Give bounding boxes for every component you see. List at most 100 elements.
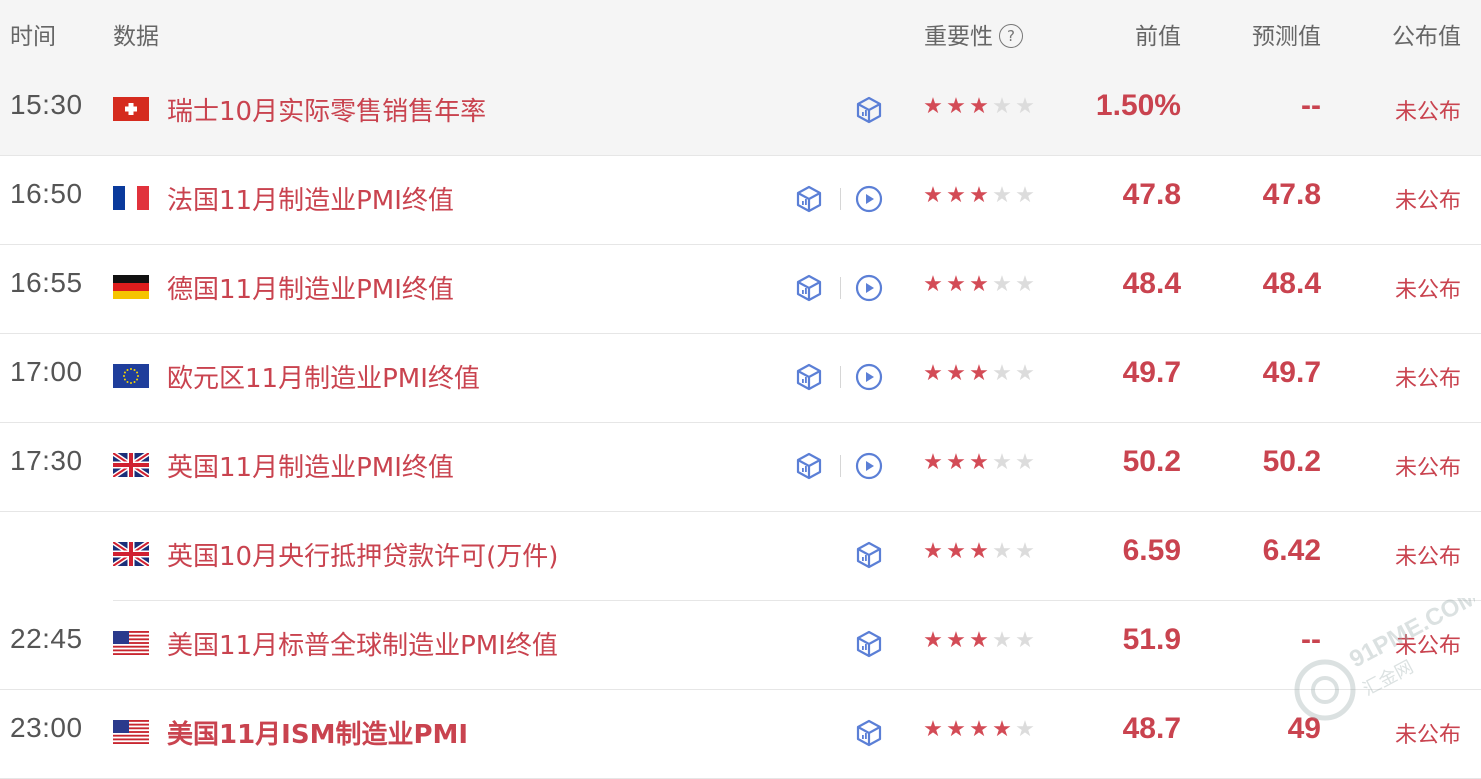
calendar-row[interactable]: 16:50 法国11月制造业PMI终值 ★ ★ ★ ★ ★ 47.8 47.8 未公布 <box>0 156 1481 245</box>
star-filled-icon: ★ <box>946 183 967 208</box>
star-filled-icon: ★ <box>923 717 944 742</box>
event-name-link[interactable]: 英国11月制造业PMI终值 <box>167 447 454 484</box>
actual-value: 未公布 <box>1394 367 1461 392</box>
header-actual: 公布值 <box>1392 24 1461 50</box>
forecast-value: 47.8 <box>1262 178 1321 211</box>
importance-stars: ★ ★ ★ ★ ★ <box>922 628 1037 658</box>
row-time: 23:00 <box>10 712 83 743</box>
calendar-row[interactable]: 16:55 德国11月制造业PMI终值 ★ ★ ★ ★ ★ 48.4 48.4 未公布 <box>0 245 1481 334</box>
actual-value: 未公布 <box>1394 456 1461 481</box>
video-play-icon[interactable] <box>855 452 883 480</box>
event-name-link[interactable]: 美国11月标普全球制造业PMI终值 <box>167 625 558 662</box>
actual-value: 未公布 <box>1394 723 1461 748</box>
calendar-row[interactable]: 15:30 瑞士10月实际零售销售年率 ★ ★ ★ ★ ★ 1.50% -- 未公布 <box>0 67 1481 156</box>
row-time: 17:30 <box>10 445 83 476</box>
star-filled-icon: ★ <box>946 717 967 742</box>
calendar-row[interactable]: 23:00 美国11月ISM制造业PMI ★ ★ ★ ★ ★ 48.7 49 未公布 <box>0 690 1481 779</box>
icon-divider <box>840 455 841 477</box>
actual-value: 未公布 <box>1394 545 1461 570</box>
event-name-link[interactable]: 欧元区11月制造业PMI终值 <box>167 358 480 395</box>
previous-value: 6.59 <box>1122 534 1181 567</box>
star-filled-icon: ★ <box>946 450 967 475</box>
importance-stars: ★ ★ ★ ★ ★ <box>922 450 1037 480</box>
header-data: 数据 <box>113 24 159 50</box>
france-flag <box>113 186 149 210</box>
icon-divider <box>840 277 841 299</box>
video-play-icon[interactable] <box>855 274 883 302</box>
actual-value: 未公布 <box>1394 278 1461 303</box>
event-name-link[interactable]: 瑞士10月实际零售销售年率 <box>167 91 486 128</box>
star-filled-icon: ★ <box>946 361 967 386</box>
data-chart-icon[interactable] <box>854 718 884 748</box>
star-filled-icon: ★ <box>969 539 990 564</box>
event-name-link[interactable]: 英国10月央行抵押贷款许可(万件) <box>167 536 558 573</box>
help-icon[interactable]: ? <box>999 24 1023 48</box>
data-chart-icon[interactable] <box>794 184 824 214</box>
uk-flag <box>113 453 149 477</box>
eu-flag <box>113 364 149 388</box>
star-filled-icon: ★ <box>923 450 944 475</box>
forecast-value: 50.2 <box>1262 445 1321 478</box>
forecast-value: -- <box>1301 89 1321 122</box>
star-filled-icon: ★ <box>923 539 944 564</box>
previous-value: 49.7 <box>1122 356 1181 389</box>
video-play-icon[interactable] <box>855 363 883 391</box>
star-filled-icon: ★ <box>923 628 944 653</box>
calendar-row[interactable]: 17:30 英国11月制造业PMI终值 ★ ★ ★ ★ ★ 50.2 50.2 未公布 <box>0 423 1481 512</box>
previous-value: 47.8 <box>1122 178 1181 211</box>
uk-flag <box>113 542 149 566</box>
star-filled-icon: ★ <box>969 450 990 475</box>
row-time: 22:45 <box>10 623 83 654</box>
icon-divider <box>840 366 841 388</box>
star-filled-icon: ★ <box>923 183 944 208</box>
previous-value: 48.7 <box>1122 712 1181 745</box>
star-filled-icon: ★ <box>969 361 990 386</box>
star-filled-icon: ★ <box>946 539 967 564</box>
previous-value: 50.2 <box>1122 445 1181 478</box>
switzerland-flag <box>113 97 149 121</box>
star-empty-icon: ★ <box>992 272 1013 297</box>
row-time: 16:50 <box>10 178 83 209</box>
header-importance-label: 重要性 <box>924 24 993 50</box>
star-filled-icon: ★ <box>969 272 990 297</box>
header-time: 时间 <box>10 24 56 50</box>
data-chart-icon[interactable] <box>854 540 884 570</box>
video-play-icon[interactable] <box>855 185 883 213</box>
actual-value: 未公布 <box>1394 634 1461 659</box>
calendar-row[interactable]: 22:45 美国11月标普全球制造业PMI终值 ★ ★ ★ ★ ★ 51.9 -- 未公布 <box>0 601 1481 690</box>
importance-stars: ★ ★ ★ ★ ★ <box>922 183 1037 213</box>
calendar-row[interactable]: 17:00 欧元区11月制造业PMI终值 ★ ★ ★ ★ ★ 49.7 49.7 未公布 <box>0 334 1481 423</box>
previous-value: 51.9 <box>1122 623 1181 656</box>
forecast-value: 49.7 <box>1262 356 1321 389</box>
row-time: 16:55 <box>10 267 83 298</box>
usa-flag <box>113 720 149 744</box>
importance-stars: ★ ★ ★ ★ ★ <box>922 94 1037 124</box>
data-chart-icon[interactable] <box>794 362 824 392</box>
event-name-link[interactable]: 德国11月制造业PMI终值 <box>167 269 454 306</box>
star-filled-icon: ★ <box>969 717 990 742</box>
star-filled-icon: ★ <box>946 628 967 653</box>
star-filled-icon: ★ <box>923 361 944 386</box>
data-chart-icon[interactable] <box>794 451 824 481</box>
event-name-link[interactable]: 法国11月制造业PMI终值 <box>167 180 454 217</box>
previous-value: 48.4 <box>1122 267 1181 300</box>
star-filled-icon: ★ <box>923 272 944 297</box>
germany-flag <box>113 275 149 299</box>
usa-flag <box>113 631 149 655</box>
star-filled-icon: ★ <box>969 628 990 653</box>
header-importance: 重要性? <box>924 20 1023 54</box>
data-chart-icon[interactable] <box>854 629 884 659</box>
importance-stars: ★ ★ ★ ★ ★ <box>922 539 1037 569</box>
event-name-link[interactable]: 美国11月ISM制造业PMI <box>167 714 468 751</box>
calendar-row[interactable]: 英国10月央行抵押贷款许可(万件) ★ ★ ★ ★ ★ 6.59 6.42 未公布 <box>0 512 1481 601</box>
star-empty-icon: ★ <box>992 183 1013 208</box>
star-empty-icon: ★ <box>992 450 1013 475</box>
data-chart-icon[interactable] <box>854 95 884 125</box>
forecast-value: 49 <box>1287 712 1321 745</box>
star-empty-icon: ★ <box>992 539 1013 564</box>
data-chart-icon[interactable] <box>794 273 824 303</box>
star-filled-icon: ★ <box>946 272 967 297</box>
star-filled-icon: ★ <box>969 94 990 119</box>
star-empty-icon: ★ <box>992 628 1013 653</box>
icon-divider <box>840 188 841 210</box>
